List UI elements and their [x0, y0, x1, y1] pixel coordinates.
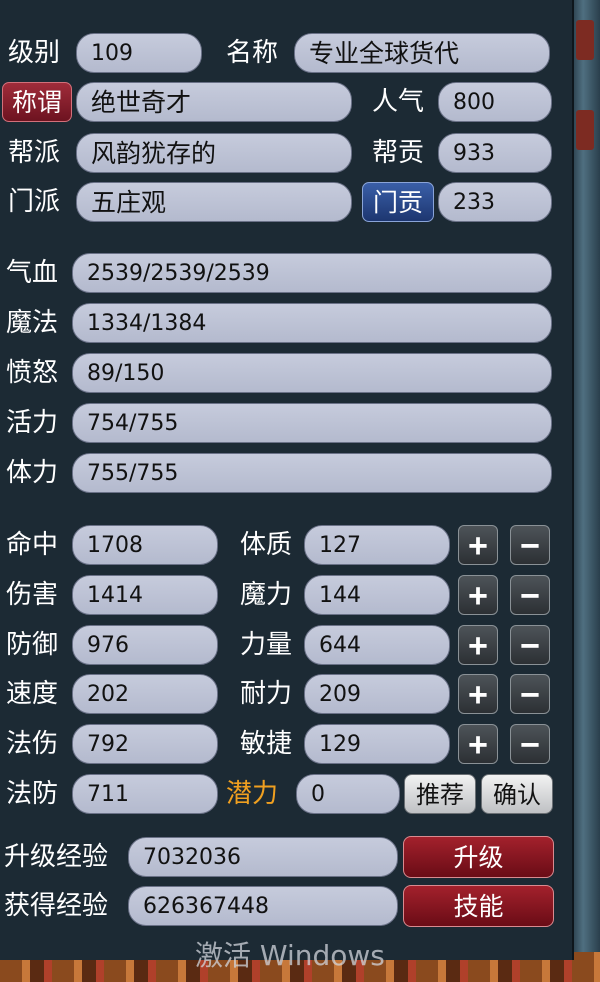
gained-exp-label: 获得经验: [4, 891, 109, 921]
minus-button[interactable]: −: [510, 525, 550, 565]
window-edge-ornament: [576, 20, 594, 60]
upgrade-exp-label: 升级经验: [4, 842, 109, 872]
scene-background-strip: [572, 0, 600, 982]
combat-field: 792: [72, 724, 218, 764]
sect-field: 五庄观: [76, 182, 352, 222]
minus-button[interactable]: −: [510, 674, 550, 714]
plus-button[interactable]: +: [458, 625, 498, 665]
plus-button[interactable]: +: [458, 575, 498, 615]
activation-watermark: 激活 Windows: [195, 939, 385, 972]
title-button[interactable]: 称谓: [2, 82, 72, 122]
recommend-button[interactable]: 推荐: [404, 774, 476, 814]
vital-field-stamina: 755/755: [72, 453, 552, 493]
name-field: 专业全球货代: [294, 33, 550, 73]
vital-label: 体力: [6, 458, 59, 488]
attribute-field: 127: [304, 525, 450, 565]
minus-button[interactable]: −: [510, 724, 550, 764]
attribute-label: 耐力: [240, 679, 293, 709]
sect-contribution-button[interactable]: 门贡: [362, 182, 434, 222]
window-edge-ornament: [576, 110, 594, 150]
attribute-field: 129: [304, 724, 450, 764]
level-field: 109: [76, 33, 202, 73]
potential-field: 0: [296, 774, 400, 814]
minus-button[interactable]: −: [510, 575, 550, 615]
combat-field: 202: [72, 674, 218, 714]
guild-field: 风韵犹存的: [76, 133, 352, 173]
guild-label: 帮派: [8, 138, 61, 168]
popularity-field: 800: [438, 82, 552, 122]
combat-label: 命中: [6, 530, 59, 560]
sect-label: 门派: [8, 187, 61, 217]
title-field: 绝世奇才: [76, 82, 352, 122]
confirm-button[interactable]: 确认: [481, 774, 553, 814]
upgrade-exp-field: 7032036: [128, 837, 398, 877]
vital-field-vitality: 754/755: [72, 403, 552, 443]
vital-label: 气血: [6, 258, 59, 288]
attribute-field: 209: [304, 674, 450, 714]
vital-field-anger: 89/150: [72, 353, 552, 393]
combat-field: 711: [72, 774, 218, 814]
plus-button[interactable]: +: [458, 724, 498, 764]
popularity-label: 人气: [372, 87, 425, 117]
combat-label: 防御: [6, 630, 59, 660]
guild-contribution-field: 933: [438, 133, 552, 173]
combat-field: 1414: [72, 575, 218, 615]
combat-field: 976: [72, 625, 218, 665]
vital-label: 魔法: [6, 308, 59, 338]
character-attributes-panel: 级别 109 名称 专业全球货代 称谓 绝世奇才 人气 800 帮派 风韵犹存的…: [0, 0, 574, 960]
combat-label: 伤害: [6, 580, 59, 610]
vital-label: 愤怒: [6, 358, 59, 388]
minus-button[interactable]: −: [510, 625, 550, 665]
vital-field-hp: 2539/2539/2539: [72, 253, 552, 293]
potential-label: 潜力: [226, 779, 279, 809]
plus-button[interactable]: +: [458, 674, 498, 714]
combat-label: 速度: [6, 679, 59, 709]
vital-field-mp: 1334/1384: [72, 303, 552, 343]
attribute-label: 魔力: [240, 580, 293, 610]
attribute-label: 敏捷: [240, 729, 293, 759]
attribute-field: 644: [304, 625, 450, 665]
level-up-button[interactable]: 升级: [403, 836, 554, 878]
attribute-label: 体质: [240, 530, 293, 560]
sect-contribution-field: 233: [438, 182, 552, 222]
skills-button[interactable]: 技能: [403, 885, 554, 927]
name-label: 名称: [226, 38, 279, 68]
attribute-label: 力量: [240, 630, 293, 660]
guild-contribution-label: 帮贡: [372, 138, 425, 168]
combat-field: 1708: [72, 525, 218, 565]
plus-button[interactable]: +: [458, 525, 498, 565]
gained-exp-field: 626367448: [128, 886, 398, 926]
attribute-field: 144: [304, 575, 450, 615]
level-label: 级别: [8, 38, 61, 68]
combat-label: 法防: [6, 779, 59, 809]
combat-label: 法伤: [6, 729, 59, 759]
vital-label: 活力: [6, 408, 59, 438]
